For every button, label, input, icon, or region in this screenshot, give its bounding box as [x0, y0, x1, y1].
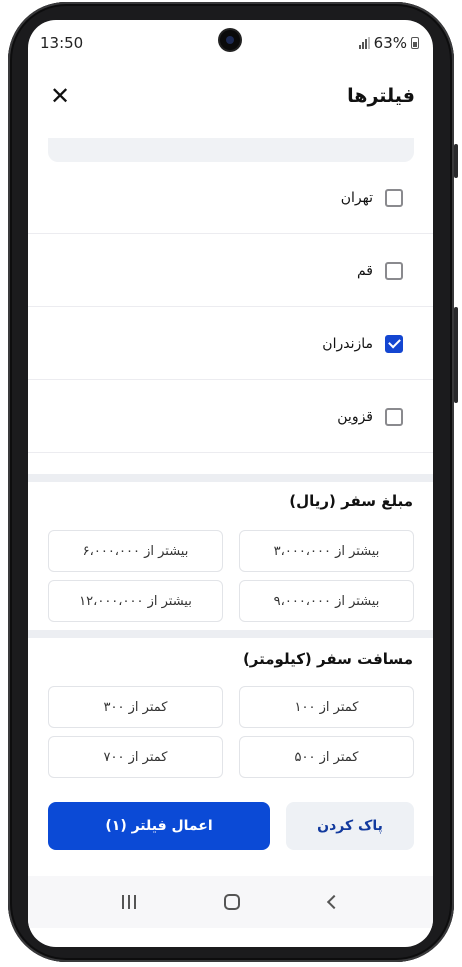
- clear-button[interactable]: پاک کردن: [286, 802, 414, 850]
- status-icons: 63%: [358, 34, 419, 52]
- price-section-title: مبلغ سفر (ریال): [289, 492, 413, 510]
- city-row-qom[interactable]: قم: [28, 235, 433, 307]
- footer-actions: پاک کردن اعمال فیلتر (۱): [28, 796, 433, 868]
- section-divider: [28, 630, 433, 638]
- city-label: قزوین: [337, 408, 373, 425]
- distance-option[interactable]: کمتر از ۵۰۰: [239, 736, 414, 778]
- price-option[interactable]: بیشتر از ۶،۰۰۰،۰۰۰: [48, 530, 223, 572]
- close-icon[interactable]: ✕: [50, 84, 70, 108]
- filter-list[interactable]: تهران قم مازندران قزوین مبلغ سفر (ریال) …: [28, 126, 433, 868]
- section-divider: [28, 474, 433, 482]
- home-icon[interactable]: [224, 894, 241, 910]
- header: ✕ فیلترها: [28, 66, 433, 126]
- price-option[interactable]: بیشتر از ۳،۰۰۰،۰۰۰: [239, 530, 414, 572]
- city-row-tehran[interactable]: تهران: [28, 162, 433, 234]
- page-title: فیلترها: [347, 85, 415, 107]
- side-button: [454, 307, 458, 403]
- distance-option[interactable]: کمتر از ۳۰۰: [48, 686, 223, 728]
- side-button: [454, 144, 458, 178]
- battery-percent: 63%: [373, 34, 407, 52]
- city-label: قم: [356, 262, 373, 279]
- recent-apps-icon[interactable]: [122, 895, 137, 909]
- screen: 13:50 63% ✕ فیلترها تهران قم مازندران قز…: [28, 20, 433, 947]
- back-icon[interactable]: [326, 894, 341, 910]
- search-field-remnant[interactable]: [48, 138, 414, 162]
- price-option[interactable]: بیشتر از ۱۲،۰۰۰،۰۰۰: [48, 580, 223, 622]
- distance-option[interactable]: کمتر از ۱۰۰: [239, 686, 414, 728]
- system-nav-bar: [28, 876, 433, 928]
- city-checkbox[interactable]: [385, 261, 403, 280]
- status-bar: 13:50 63%: [28, 20, 433, 66]
- city-label: تهران: [340, 189, 373, 206]
- city-row-qazvin[interactable]: قزوین: [28, 381, 433, 453]
- price-option[interactable]: بیشتر از ۹،۰۰۰،۰۰۰: [239, 580, 414, 622]
- city-checkbox-checked[interactable]: [385, 334, 403, 353]
- distance-option[interactable]: کمتر از ۷۰۰: [48, 736, 223, 778]
- city-label: مازندران: [322, 335, 373, 352]
- apply-filter-button[interactable]: اعمال فیلتر (۱): [48, 802, 270, 850]
- city-checkbox[interactable]: [385, 407, 403, 426]
- city-checkbox[interactable]: [385, 188, 403, 207]
- camera-icon: [220, 30, 240, 50]
- distance-section-title: مسافت سفر (کیلومتر): [242, 650, 413, 668]
- signal-icon: [358, 37, 370, 49]
- status-time: 13:50: [40, 34, 84, 52]
- city-row-mazandaran[interactable]: مازندران: [28, 308, 433, 380]
- battery-icon: [411, 37, 419, 49]
